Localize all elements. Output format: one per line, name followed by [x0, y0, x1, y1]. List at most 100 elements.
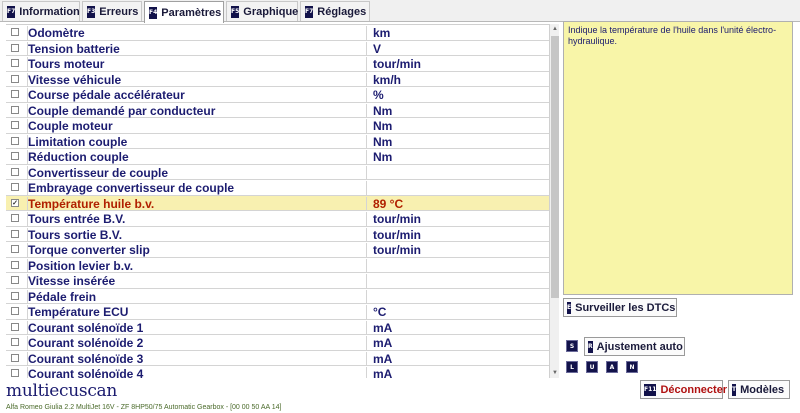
row-checkbox[interactable]	[11, 338, 19, 346]
scroll-up-arrow-icon[interactable]: ▲	[551, 25, 559, 33]
row-checkbox[interactable]	[11, 291, 19, 300]
checked-checkbox[interactable]: ✓	[11, 198, 19, 207]
scroll-down-arrow-icon[interactable]: ▼	[551, 369, 559, 377]
disconnect-button[interactable]: F11 Déconnecter	[640, 380, 727, 399]
tab-information[interactable]: F7 Information	[2, 1, 80, 21]
table-row[interactable]: Courant solénoïde 1 mA	[6, 320, 549, 335]
row-checkbox[interactable]	[11, 105, 19, 114]
parameter-value: V	[366, 41, 549, 56]
table-row[interactable]: Course pédale accélérateur%	[6, 87, 549, 103]
row-checkbox[interactable]	[11, 90, 19, 98]
row-checkbox[interactable]	[11, 260, 19, 269]
parameter-name: Réduction couple	[27, 150, 367, 164]
key-e-icon: E	[567, 301, 572, 314]
tab-key-icon: F3	[87, 5, 96, 18]
table-scrollbar[interactable]: ▲ ▼	[549, 24, 559, 378]
parameter-value: Nm	[366, 103, 549, 118]
table-row[interactable]: Couple demandé par conducteur Nm	[6, 103, 549, 118]
parameter-name: Température huile b.v.	[27, 196, 367, 211]
vehicle-status-text: Alfa Romeo Giulia 2.2 MultiJet 16V - ZF …	[6, 404, 282, 411]
parameter-value: Nm	[366, 134, 549, 149]
parameter-value: %	[366, 88, 549, 102]
table-row[interactable]: Torque converter slip tour/min	[6, 242, 549, 258]
row-checkbox[interactable]	[11, 136, 19, 145]
parameter-name: Tours sortie B.V.	[27, 227, 367, 242]
parameter-name: Couple moteur	[27, 119, 367, 133]
monitor-dtc-label: Surveiller les DTCs	[575, 301, 676, 314]
table-row[interactable]: Couple moteur Nm	[6, 118, 549, 134]
row-checkbox[interactable]	[11, 307, 19, 315]
auto-adjust-button[interactable]: R Ajustement auto	[584, 337, 685, 356]
table-row[interactable]: Courant solénoïde 2 mA	[6, 335, 549, 351]
models-button[interactable]: T Modèles	[728, 380, 790, 399]
row-checkbox[interactable]	[11, 28, 19, 36]
tab-label: Réglages	[317, 5, 367, 18]
parameter-value: °C	[366, 305, 549, 319]
parameter-name: Courant solénoïde 3	[27, 351, 367, 366]
table-row[interactable]: Embrayage convertisseur de couple	[6, 180, 549, 196]
key-l-button[interactable]: L	[566, 361, 578, 373]
table-row[interactable]: Tension batterie V	[6, 41, 549, 56]
row-checkbox[interactable]	[11, 276, 19, 284]
key-s-button[interactable]: S	[566, 340, 578, 352]
parameter-value: Nm	[366, 119, 549, 133]
tab-graphique[interactable]: F5 Graphique	[226, 1, 298, 21]
app-logo: multiecuscan	[6, 381, 118, 401]
row-checkbox[interactable]	[11, 214, 19, 222]
tab-label: Paramètres	[161, 6, 222, 19]
monitor-dtc-button[interactable]: E Surveiller les DTCs	[563, 298, 677, 317]
table-row[interactable]: Tours moteur tour/min	[6, 56, 549, 72]
parameter-value: km/h	[366, 72, 549, 87]
table-row[interactable]: Convertisseur de couple	[6, 165, 549, 180]
parameter-value: km	[366, 26, 549, 40]
tab-key-icon: F4	[149, 6, 158, 19]
key-u-button[interactable]: U	[586, 361, 598, 373]
table-row[interactable]: Température ECU °C	[6, 304, 549, 320]
table-row[interactable]: Courant solénoïde 3 mA	[6, 351, 549, 366]
table-row[interactable]: Courant solénoïde 4 mA	[6, 366, 549, 378]
table-row[interactable]: ✓ Température huile b.v. 89 °C	[6, 195, 549, 211]
parameter-name: Vitesse insérée	[27, 274, 367, 288]
table-row[interactable]: Réduction couple Nm	[6, 149, 549, 165]
parameter-value	[366, 258, 549, 273]
parameter-name: Tension batterie	[27, 41, 367, 56]
parameter-value	[366, 289, 549, 304]
table-row[interactable]: Limitation couple Nm	[6, 134, 549, 149]
parameter-value: mA	[366, 336, 549, 350]
parameter-value: tour/min	[366, 57, 549, 71]
key-r-icon: R	[588, 340, 593, 353]
table-row[interactable]: Vitesse véhicule km/h	[6, 72, 549, 87]
row-checkbox[interactable]	[11, 167, 19, 176]
row-checkbox[interactable]	[11, 183, 19, 191]
row-checkbox[interactable]	[11, 59, 19, 67]
row-checkbox[interactable]	[11, 369, 19, 377]
tab-parametres[interactable]: F4 Paramètres	[144, 1, 224, 23]
row-checkbox[interactable]	[11, 152, 19, 160]
scrollbar-thumb[interactable]	[551, 36, 559, 298]
parameter-name: Température ECU	[27, 305, 367, 319]
tab-key-icon: F5	[231, 5, 240, 18]
table-row[interactable]: Tours entrée B.V. tour/min	[6, 211, 549, 227]
table-row[interactable]: Position levier b.v.	[6, 258, 549, 273]
row-checkbox[interactable]	[11, 229, 19, 238]
parameter-name: Vitesse véhicule	[27, 72, 367, 87]
parameter-name: Position levier b.v.	[27, 258, 367, 273]
key-a-button[interactable]: A	[606, 361, 618, 373]
parameter-value: mA	[366, 367, 549, 378]
row-checkbox[interactable]	[11, 74, 19, 83]
key-n-button[interactable]: N	[626, 361, 638, 373]
row-checkbox[interactable]	[11, 245, 19, 253]
table-row[interactable]: Pédale frein	[6, 289, 549, 304]
table-row[interactable]: Tours sortie B.V. tour/min	[6, 227, 549, 242]
row-checkbox[interactable]	[11, 121, 19, 129]
tab-label: Erreurs	[99, 5, 139, 18]
table-row[interactable]: Odomètre km	[6, 25, 549, 41]
tab-erreurs[interactable]: F3 Erreurs	[82, 1, 142, 21]
parameter-name: Tours entrée B.V.	[27, 212, 367, 226]
table-row[interactable]: Vitesse insérée	[6, 273, 549, 289]
row-checkbox[interactable]	[11, 353, 19, 362]
tab-reglages[interactable]: F7 Réglages	[300, 1, 370, 21]
parameter-name: Torque converter slip	[27, 243, 367, 257]
row-checkbox[interactable]	[11, 43, 19, 52]
row-checkbox[interactable]	[11, 322, 19, 331]
